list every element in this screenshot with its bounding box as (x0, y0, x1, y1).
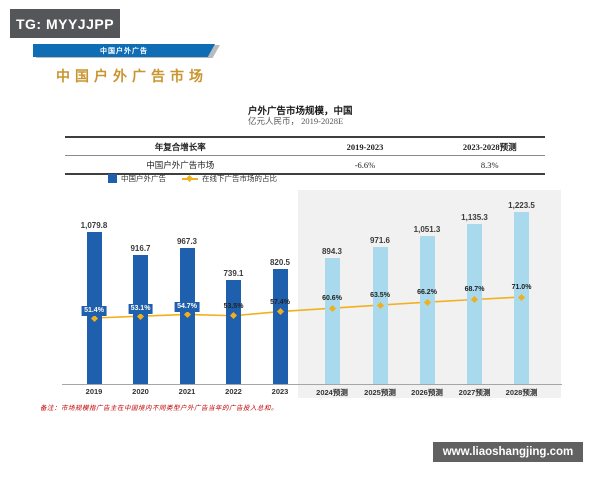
legend-line-label: 在线下广告市场的占比 (202, 174, 277, 183)
bar (372, 247, 388, 384)
chart-subtitle: 亿元人民币， 2019-2028E (248, 116, 344, 126)
section-banner: 中国户外广告 (33, 44, 215, 57)
bar-value-label: 971.6 (369, 236, 391, 246)
percent-label: 57.4% (270, 298, 290, 306)
x-axis-tick-label: 2024预测 (316, 388, 348, 397)
legend-bar-label: 中国户外广告 (121, 174, 166, 183)
bar-value-label: 916.7 (130, 244, 151, 254)
bar-value-label: 820.5 (269, 257, 291, 267)
diamond-marker-icon (185, 174, 194, 182)
x-axis-tick-label: 2027预测 (458, 388, 491, 397)
cagr-table-data-row: 中国户外广告市场 -6.6% 8.3% (65, 156, 545, 173)
percent-label: 53.5% (223, 302, 244, 310)
percent-label: 53.1% (128, 303, 153, 314)
tg-badge: TG: MYYJJPP (10, 9, 120, 38)
x-axis-line (62, 384, 562, 385)
bar-value-label: 894.3 (321, 247, 343, 257)
x-axis-tick-label: 2025预测 (364, 388, 396, 397)
cagr-header-metric: 年复合增长率 (154, 141, 206, 152)
bar (419, 236, 435, 384)
footnote: 备注：市场规模指广告主在中国境内不同类型户外广告当年的广告投入总和。 (40, 405, 278, 412)
x-axis-tick-label: 2021 (178, 387, 196, 396)
cagr-table-header-row: 年复合增长率 2019-2023 2023-2028预测 (65, 138, 545, 156)
cagr-value-2019-2023: -6.6% (354, 159, 376, 170)
line-swatch-icon (182, 174, 198, 182)
percent-label: 71.0% (511, 284, 532, 292)
watermark-url: www.liaoshangjing.com (433, 442, 583, 462)
percent-label: 51.4% (81, 305, 107, 316)
percent-label: 54.7% (174, 301, 200, 312)
x-axis-tick-label: 2019 (85, 387, 103, 396)
cagr-row-label: 中国户外广告市场 (146, 159, 215, 170)
percent-label: 68.7% (464, 286, 485, 294)
bar (467, 224, 482, 384)
bar-value-label: 1,223.5 (508, 201, 535, 210)
bar-value-label: 1,051.3 (413, 225, 441, 235)
slide: TG: MYYJJPP 中国户外广告 中国户外广告市场 户外广告市场规模，中国 … (0, 0, 600, 480)
cagr-value-2023-2028: 8.3% (480, 159, 499, 170)
percent-label: 66.2% (417, 289, 437, 297)
chart-legend: 中国户外广告 在线下广告市场的占比 (108, 173, 277, 184)
cagr-header-2019-2023: 2019-2023 (346, 141, 384, 152)
bar (272, 268, 288, 384)
legend-item-line: 在线下广告市场的占比 (182, 173, 277, 184)
page-title: 中国户外广告市场 (56, 70, 208, 85)
bar-swatch-icon (108, 174, 117, 183)
percent-label: 63.5% (370, 292, 390, 300)
bar-value-label: 967.3 (176, 237, 198, 247)
x-axis-tick-label: 2020 (132, 387, 149, 396)
legend-item-bar: 中国户外广告 (108, 173, 166, 184)
cagr-header-2023-2028: 2023-2028预测 (462, 141, 517, 152)
x-axis-tick-label: 2028预测 (505, 388, 538, 397)
bar-value-label: 739.1 (223, 269, 244, 279)
bar (324, 258, 340, 384)
bar (226, 280, 241, 384)
cagr-table: 年复合增长率 2019-2023 2023-2028预测 中国户外广告市场 -6… (65, 136, 545, 175)
bar-value-label: 1,135.3 (461, 213, 488, 223)
percent-label: 60.6% (322, 295, 342, 303)
x-axis-tick-label: 2026预测 (411, 388, 443, 397)
bar-value-label: 1,079.8 (80, 221, 108, 231)
x-axis-tick-label: 2022 (225, 387, 242, 396)
x-axis-tick-label: 2023 (271, 387, 289, 396)
